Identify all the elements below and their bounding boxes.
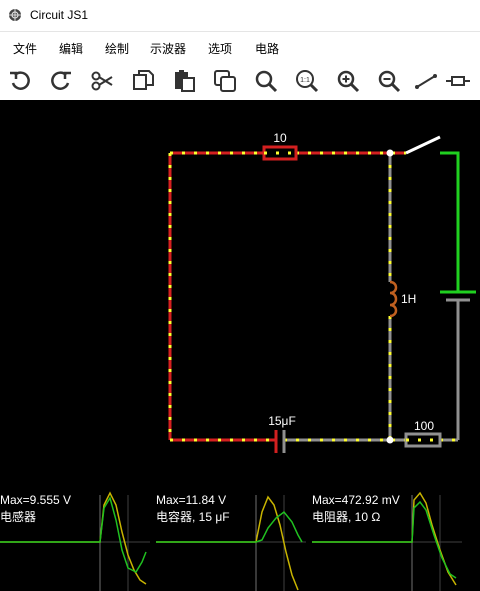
scope-traces — [0, 491, 462, 591]
scope-1-name: 电感器 — [0, 510, 37, 524]
resistor-button[interactable] — [444, 67, 472, 95]
inductor[interactable] — [389, 280, 398, 318]
menu-edit[interactable]: 编辑 — [59, 40, 83, 57]
menu-file[interactable]: 文件 — [13, 40, 37, 57]
redo-icon — [51, 71, 71, 90]
resistor-bottom[interactable] — [404, 432, 442, 448]
menu-circuits[interactable]: 电路 — [255, 40, 279, 57]
menu-draw[interactable]: 绘制 — [105, 40, 129, 57]
resistor-icon — [446, 76, 470, 86]
redo-button[interactable] — [47, 67, 75, 95]
search-button[interactable] — [252, 67, 280, 95]
window-title: Circuit JS1 — [30, 8, 89, 22]
zoom-100-icon: 1:1 — [296, 70, 319, 93]
undo-icon — [10, 71, 30, 90]
resistor-bottom-label: 100 — [414, 419, 434, 433]
switch[interactable] — [405, 135, 441, 155]
zoom-out-button[interactable] — [375, 67, 403, 95]
duplicate-icon — [214, 70, 236, 92]
resistor-top[interactable] — [262, 145, 298, 161]
circuit-diagram[interactable]: 10 1H 15μF 100 — [0, 100, 480, 491]
scope-3-max: Max=472.92 mV — [312, 493, 400, 507]
wire-button[interactable] — [412, 67, 440, 95]
paste-icon — [175, 70, 195, 92]
title-bar: Circuit JS1 — [0, 0, 480, 32]
cut-button[interactable] — [88, 67, 116, 95]
current-wires — [168, 151, 406, 442]
zoom-100-button[interactable]: 1:1 — [293, 67, 321, 95]
duplicate-button[interactable] — [211, 67, 239, 95]
toolbar: 1:1 — [0, 62, 480, 101]
search-icon — [255, 70, 278, 93]
neutral-wires — [284, 153, 460, 442]
zoom-100-label: 1:1 — [300, 77, 310, 84]
inductor-label: 1H — [401, 292, 416, 306]
circuit-canvas[interactable]: 10 1H 15μF 100 — [0, 100, 480, 491]
capacitor-label: 15μF — [268, 414, 296, 428]
menu-bar: 文件 编辑 绘制 示波器 选项 电路 — [0, 32, 480, 63]
wire-icon — [415, 74, 437, 89]
menu-options[interactable]: 选项 — [208, 40, 232, 57]
copy-button[interactable] — [129, 67, 157, 95]
app-icon — [9, 9, 21, 21]
zoom-in-button[interactable] — [334, 67, 362, 95]
scope-3-name: 电阻器, 10 Ω — [312, 510, 381, 524]
undo-button[interactable] — [6, 67, 34, 95]
paste-button[interactable] — [170, 67, 198, 95]
copy-icon — [133, 70, 154, 90]
scope-2-name: 电容器, 15 μF — [156, 510, 230, 524]
battery[interactable] — [440, 151, 476, 302]
resistor-top-label: 10 — [273, 131, 287, 145]
scope-1-max: Max=9.555 V — [0, 493, 72, 507]
zoom-out-icon — [378, 70, 401, 93]
scope-panel[interactable]: Max=9.555 V 电感器 Max=11.84 V 电容器, 15 μF M… — [0, 491, 480, 591]
zoom-in-icon — [337, 70, 360, 93]
scope-2-max: Max=11.84 V — [156, 493, 227, 507]
menu-scopes[interactable]: 示波器 — [150, 40, 186, 57]
cut-icon — [91, 71, 113, 91]
capacitor[interactable] — [274, 430, 286, 453]
